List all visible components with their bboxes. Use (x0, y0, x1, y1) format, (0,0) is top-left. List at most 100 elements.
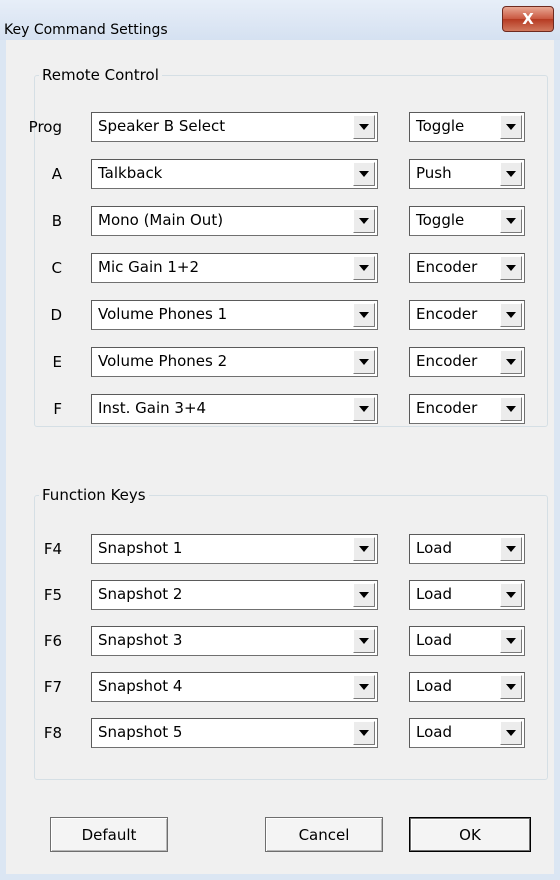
remote-mode-dropdown-prog[interactable]: Toggle (409, 112, 525, 142)
dropdown-arrow-button[interactable] (353, 162, 375, 186)
dropdown-arrow-button[interactable] (353, 209, 375, 233)
chevron-down-icon (506, 638, 516, 644)
function-command-dropdown-f8[interactable]: Snapshot 5 (91, 718, 378, 748)
dropdown-arrow-button[interactable] (500, 303, 522, 327)
remote-key-label-e: E (52, 353, 62, 371)
remote-command-dropdown-e[interactable]: Volume Phones 2 (91, 347, 378, 377)
chevron-down-icon (506, 406, 516, 412)
function-keys-group-label: Function Keys (39, 486, 149, 504)
dropdown-arrow-button[interactable] (500, 162, 522, 186)
chevron-down-icon (359, 592, 369, 598)
remote-mode-dropdown-e[interactable]: Encoder (409, 347, 525, 377)
chevron-down-icon (359, 265, 369, 271)
chevron-down-icon (506, 546, 516, 552)
function-command-dropdown-f5[interactable]: Snapshot 2 (91, 580, 378, 610)
function-mode-dropdown-f7[interactable]: Load (409, 672, 525, 702)
remote-mode-dropdown-b[interactable]: Toggle (409, 206, 525, 236)
function-key-label-f8: F8 (43, 724, 62, 742)
function-key-label-f7: F7 (43, 678, 62, 696)
dropdown-value: Volume Phones 2 (98, 352, 228, 370)
default-button-label: Default (81, 825, 137, 844)
cancel-button-label: Cancel (298, 825, 350, 844)
remote-key-label-b: B (51, 212, 62, 230)
function-mode-dropdown-f5[interactable]: Load (409, 580, 525, 610)
chevron-down-icon (506, 359, 516, 365)
remote-mode-dropdown-f[interactable]: Encoder (409, 394, 525, 424)
dropdown-value: Load (416, 677, 452, 695)
function-command-dropdown-f6[interactable]: Snapshot 3 (91, 626, 378, 656)
dropdown-arrow-button[interactable] (500, 209, 522, 233)
remote-mode-dropdown-a[interactable]: Push (409, 159, 525, 189)
dropdown-arrow-button[interactable] (500, 256, 522, 280)
ok-button[interactable]: OK (409, 817, 531, 852)
dropdown-value: Push (416, 164, 452, 182)
cancel-button[interactable]: Cancel (265, 817, 383, 852)
dropdown-arrow-button[interactable] (500, 537, 522, 561)
dropdown-value: Load (416, 539, 452, 557)
dropdown-value: Talkback (98, 164, 163, 182)
dropdown-arrow-button[interactable] (500, 721, 522, 745)
default-button[interactable]: Default (50, 817, 168, 852)
dropdown-arrow-button[interactable] (500, 675, 522, 699)
dropdown-arrow-button[interactable] (353, 629, 375, 653)
function-command-dropdown-f7[interactable]: Snapshot 4 (91, 672, 378, 702)
dropdown-value: Load (416, 723, 452, 741)
dropdown-arrow-button[interactable] (353, 397, 375, 421)
function-command-dropdown-f4[interactable]: Snapshot 1 (91, 534, 378, 564)
dropdown-value: Snapshot 1 (98, 539, 183, 557)
remote-command-dropdown-b[interactable]: Mono (Main Out) (91, 206, 378, 236)
remote-command-dropdown-a[interactable]: Talkback (91, 159, 378, 189)
dropdown-value: Toggle (416, 117, 465, 135)
function-mode-dropdown-f8[interactable]: Load (409, 718, 525, 748)
chevron-down-icon (359, 359, 369, 365)
chevron-down-icon (506, 124, 516, 130)
function-key-label-f6: F6 (43, 632, 62, 650)
dropdown-value: Toggle (416, 211, 465, 229)
remote-mode-dropdown-d[interactable]: Encoder (409, 300, 525, 330)
remote-control-group-label: Remote Control (39, 66, 162, 84)
dropdown-arrow-button[interactable] (500, 583, 522, 607)
chevron-down-icon (359, 171, 369, 177)
dropdown-arrow-button[interactable] (353, 583, 375, 607)
dropdown-value: Speaker B Select (98, 117, 226, 135)
dropdown-arrow-button[interactable] (353, 115, 375, 139)
dropdown-value: Load (416, 631, 452, 649)
dropdown-arrow-button[interactable] (353, 537, 375, 561)
dropdown-arrow-button[interactable] (500, 397, 522, 421)
function-mode-dropdown-f4[interactable]: Load (409, 534, 525, 564)
dropdown-value: Snapshot 4 (98, 677, 183, 695)
dropdown-arrow-button[interactable] (500, 350, 522, 374)
remote-command-dropdown-f[interactable]: Inst. Gain 3+4 (91, 394, 378, 424)
chevron-down-icon (359, 546, 369, 552)
dropdown-value: Mic Gain 1+2 (98, 258, 200, 276)
dropdown-arrow-button[interactable] (500, 115, 522, 139)
function-mode-dropdown-f6[interactable]: Load (409, 626, 525, 656)
remote-command-dropdown-d[interactable]: Volume Phones 1 (91, 300, 378, 330)
chevron-down-icon (506, 684, 516, 690)
chevron-down-icon (359, 638, 369, 644)
key-command-settings-window: Key Command Settings X Remote Control Pr… (0, 0, 560, 880)
dropdown-arrow-button[interactable] (353, 350, 375, 374)
remote-command-dropdown-c[interactable]: Mic Gain 1+2 (91, 253, 378, 283)
remote-command-dropdown-prog[interactable]: Speaker B Select (91, 112, 378, 142)
dropdown-value: Encoder (416, 352, 478, 370)
dropdown-value: Volume Phones 1 (98, 305, 228, 323)
close-icon: X (522, 10, 534, 28)
dropdown-value: Encoder (416, 305, 478, 323)
dropdown-arrow-button[interactable] (353, 256, 375, 280)
dropdown-arrow-button[interactable] (353, 675, 375, 699)
remote-key-label-prog: Prog (28, 118, 62, 136)
dropdown-arrow-button[interactable] (500, 629, 522, 653)
dropdown-value: Encoder (416, 399, 478, 417)
window-title: Key Command Settings (4, 22, 168, 38)
remote-mode-dropdown-c[interactable]: Encoder (409, 253, 525, 283)
title-bar[interactable]: Key Command Settings X (0, 0, 560, 40)
chevron-down-icon (359, 218, 369, 224)
dropdown-value: Mono (Main Out) (98, 211, 224, 229)
remote-key-label-f: F (53, 400, 62, 418)
dropdown-value: Inst. Gain 3+4 (98, 399, 207, 417)
dropdown-arrow-button[interactable] (353, 721, 375, 745)
chevron-down-icon (359, 684, 369, 690)
dropdown-arrow-button[interactable] (353, 303, 375, 327)
close-button[interactable]: X (502, 6, 554, 32)
